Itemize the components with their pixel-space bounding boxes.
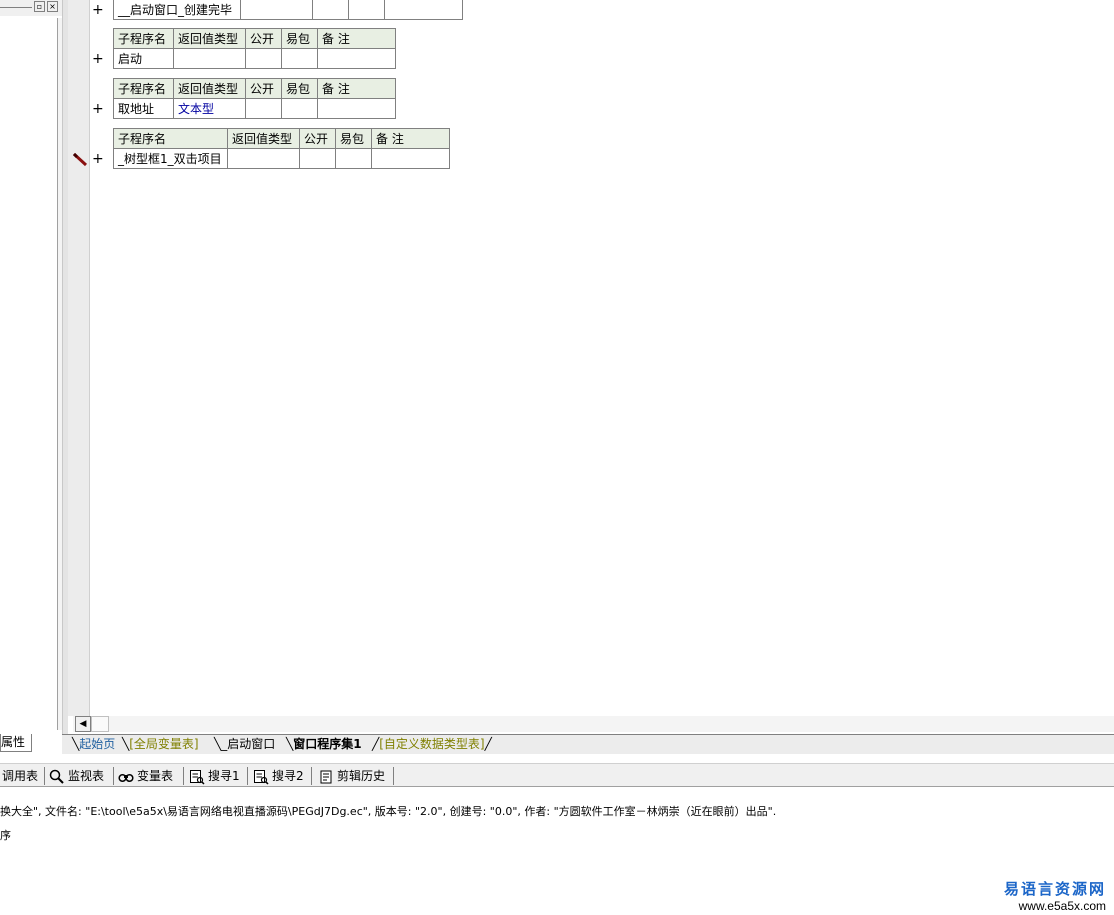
scroll-thumb[interactable] [91,716,109,732]
clipboard-history-button[interactable]: 剪辑历史 [318,767,385,785]
col-header: 公开 [299,128,336,149]
col-header: 易包 [281,78,318,99]
expand-icon[interactable]: + [92,3,104,17]
tab-global-vars[interactable]: ╲[全局变量表] [122,735,199,754]
return-type[interactable] [227,148,300,169]
subroutine-name[interactable]: _树型框1_双击项目 [113,148,228,169]
bottom-toolbar: 调用表 监视表 变量表 搜寻1 搜寻2 剪辑历史 [0,763,1114,787]
col-header: 备 注 [317,28,396,49]
output-line: 序 [0,829,11,842]
tab-start-page[interactable]: ╲起始页 [72,735,115,754]
output-line: 换大全", 文件名: "E:\tool\e5a5x\易语言网络电视直播源码\PE… [0,805,777,818]
call-table-button[interactable]: 调用表 [2,767,38,785]
tab-window-assembly[interactable]: ╲窗口程序集1 [286,735,362,754]
col-header: 公开 [245,28,282,49]
watermark-title: 易语言资源网 [1003,880,1106,898]
output-panel[interactable]: 换大全", 文件名: "E:\tool\e5a5x\易语言网络电视直播源码\PE… [0,790,1114,915]
subroutine-table: __启动窗口_创建完毕 [113,0,463,20]
code-editor[interactable]: + __启动窗口_创建完毕 子程序名 返回值类型 公开 易包 备 注 启动 + … [68,0,1114,716]
expand-icon[interactable]: + [92,52,104,66]
col-header: 备 注 [317,78,396,99]
tab-properties[interactable]: 属性 [0,734,32,752]
variable-table-button[interactable]: 变量表 [118,767,173,785]
magnifier-icon [49,769,65,785]
scroll-left-icon[interactable]: ◀ [75,716,91,732]
col-header: 子程序名 [113,78,174,99]
subroutine-name[interactable]: 启动 [113,48,174,69]
watch-table-button[interactable]: 监视表 [49,767,104,785]
panel-title-bar: ▫ × [0,0,62,16]
col-header: 返回值类型 [173,28,246,49]
search-doc-icon [189,769,205,785]
left-panel: ▫ × [0,0,62,735]
horizontal-scrollbar[interactable]: ◀ [73,716,1114,732]
binoculars-icon [118,769,134,785]
return-type[interactable]: 文本型 [173,98,246,119]
tab-custom-types[interactable]: ╱[自定义数据类型表]╱ [372,735,492,754]
close-icon[interactable]: × [47,1,58,12]
col-header: 子程序名 [113,28,174,49]
watermark-url: www.e5a5x.com [1018,899,1106,913]
search-doc-icon [253,769,269,785]
subroutine-name[interactable]: 取地址 [113,98,174,119]
col-header: 备 注 [371,128,450,149]
restore-icon[interactable]: ▫ [34,1,45,12]
col-header: 公开 [245,78,282,99]
editor-gutter [68,0,90,716]
subroutine-table: 子程序名 返回值类型 公开 易包 备 注 取地址 文本型 [113,78,396,119]
expand-icon[interactable]: + [92,102,104,116]
col-header: 易包 [335,128,372,149]
col-header: 返回值类型 [227,128,300,149]
search2-button[interactable]: 搜寻2 [253,767,304,785]
col-header: 易包 [281,28,318,49]
clipboard-icon [318,769,334,785]
pencil-icon [72,153,88,167]
tab-bar: ╲起始页 ╲[全局变量表] ╲_启动窗口 ╲窗口程序集1 ╱[自定义数据类型表]… [62,734,1114,754]
subroutine-table: 子程序名 返回值类型 公开 易包 备 注 _树型框1_双击项目 [113,128,450,169]
subroutine-name[interactable]: __启动窗口_创建完毕 [113,0,241,20]
col-header: 子程序名 [113,128,228,149]
subroutine-table: 子程序名 返回值类型 公开 易包 备 注 启动 [113,28,396,69]
search1-button[interactable]: 搜寻1 [189,767,240,785]
col-header: 返回值类型 [173,78,246,99]
return-type[interactable] [173,48,246,69]
property-panel-body [0,18,58,730]
tab-startup-window[interactable]: ╲_启动窗口 [214,735,275,754]
expand-icon[interactable]: + [92,152,104,166]
site-watermark: 易语言资源网 www.e5a5x.com [1004,878,1106,913]
